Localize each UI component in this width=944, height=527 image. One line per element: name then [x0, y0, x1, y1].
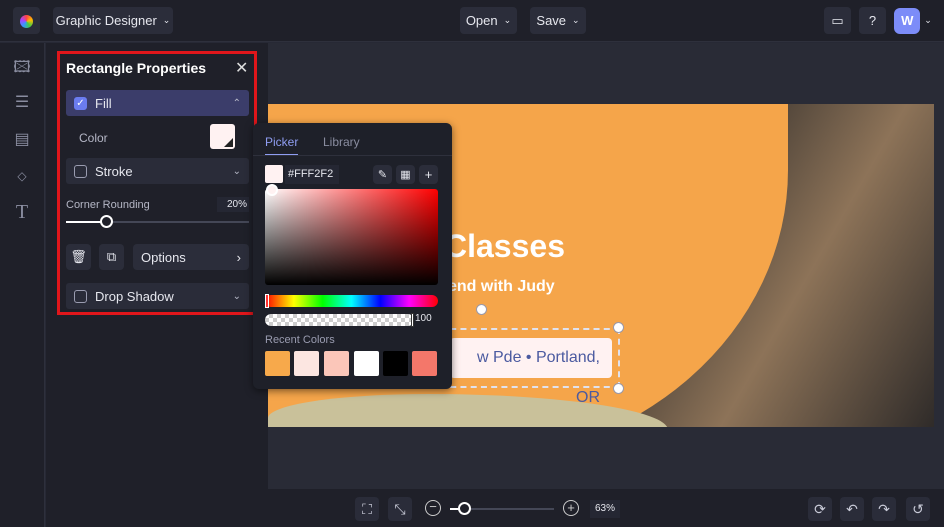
- resize-handle[interactable]: [613, 383, 624, 394]
- fit-canvas-button[interactable]: ⤡: [388, 497, 412, 521]
- close-icon[interactable]: ✕: [235, 58, 248, 78]
- text-icon[interactable]: T: [13, 202, 31, 222]
- plus-icon: +: [424, 167, 433, 182]
- current-color-preview: [265, 165, 283, 183]
- eyedropper-icon: ✎: [377, 169, 388, 181]
- recent-color-swatch[interactable]: [354, 351, 379, 376]
- save-button[interactable]: Save ⌄: [530, 7, 586, 34]
- chevron-right-icon: ›: [236, 249, 241, 265]
- duplicate-icon: ⧉: [106, 249, 117, 264]
- hue-slider[interactable]: [265, 294, 438, 308]
- chevron-down-icon: ⌄: [232, 290, 241, 302]
- saturation-handle[interactable]: [266, 184, 278, 196]
- color-label: Color: [79, 131, 108, 145]
- grid-icon: ▦: [400, 169, 411, 181]
- stroke-checkbox[interactable]: [74, 164, 87, 178]
- replace-button[interactable]: ⟳: [808, 497, 832, 521]
- eyedropper-button[interactable]: ✎: [373, 165, 392, 184]
- selection-box[interactable]: [440, 328, 620, 388]
- shapes-icon[interactable]: ◇: [13, 167, 31, 185]
- hex-input[interactable]: #FFF2F2: [285, 165, 339, 184]
- account-menu[interactable]: W ⌄: [892, 7, 934, 34]
- stroke-section-header[interactable]: Stroke ⌄: [66, 158, 249, 184]
- chevron-down-icon: ⌄: [924, 15, 932, 25]
- undo-icon: ↶: [846, 501, 858, 517]
- opacity-slider[interactable]: [265, 313, 414, 327]
- chevron-down-icon: ⌄: [162, 15, 171, 25]
- history-icon: ↺: [912, 501, 924, 517]
- subheading-text[interactable]: end with Judy: [448, 278, 555, 296]
- app-logo[interactable]: [13, 7, 40, 34]
- open-button[interactable]: Open ⌄: [460, 7, 517, 34]
- zoom-value[interactable]: 63%: [590, 500, 620, 518]
- adjustments-icon[interactable]: ☰: [13, 94, 31, 112]
- zoom-in-icon[interactable]: +: [563, 500, 579, 516]
- chevron-down-icon: ⌄: [232, 165, 241, 177]
- slider-handle[interactable]: [100, 215, 113, 228]
- comment-icon: ▭: [831, 12, 844, 28]
- chevron-down-icon: ⌄: [572, 15, 580, 25]
- palette-grid-button[interactable]: ▦: [396, 165, 415, 184]
- help-icon: ?: [868, 13, 877, 28]
- collapse-icon: ⤡: [394, 501, 406, 517]
- rotate-handle[interactable]: [476, 304, 487, 315]
- avatar: W: [894, 7, 921, 34]
- rectangle-properties-panel: Rectangle Properties ✕ ✓ Fill ⌃ Color St…: [57, 51, 257, 315]
- layout-icon[interactable]: ▤: [13, 131, 31, 149]
- corner-rounding-label: Corner Rounding: [66, 199, 150, 211]
- refresh-icon: ⟳: [814, 501, 826, 517]
- zoom-slider[interactable]: [450, 502, 554, 515]
- recent-colors-label: Recent Colors: [265, 334, 335, 346]
- fill-color-swatch[interactable]: [210, 124, 235, 149]
- recent-color-swatch[interactable]: [294, 351, 319, 376]
- panel-title: Rectangle Properties: [66, 60, 207, 76]
- slider-handle[interactable]: [458, 502, 471, 515]
- drop-shadow-section-header[interactable]: Drop Shadow ⌄: [66, 283, 249, 309]
- app-switcher-button[interactable]: Graphic Designer ⌄: [53, 7, 173, 34]
- fill-section-header[interactable]: ✓ Fill ⌃: [66, 90, 249, 116]
- help-button[interactable]: ?: [859, 7, 886, 34]
- zoom-out-icon[interactable]: −: [425, 500, 441, 516]
- add-color-button[interactable]: +: [419, 165, 438, 184]
- image-icon[interactable]: 🖾: [13, 59, 31, 77]
- redo-button[interactable]: ↷: [872, 497, 896, 521]
- undo-button[interactable]: ↶: [840, 497, 864, 521]
- comments-button[interactable]: ▭: [824, 7, 851, 34]
- options-button[interactable]: Options ›: [133, 244, 249, 270]
- heading-text[interactable]: Classes: [444, 228, 565, 265]
- opacity-value[interactable]: 100: [415, 313, 432, 324]
- redo-icon: ↷: [878, 501, 890, 517]
- color-picker-popover: Picker Library #FFF2F2 ✎ ▦ + 100 Recent …: [253, 123, 452, 389]
- expand-icon: ⛶: [362, 501, 372, 517]
- chevron-up-icon: ⌃: [232, 97, 241, 109]
- saturation-area[interactable]: [265, 189, 438, 285]
- recent-color-swatch[interactable]: [412, 351, 437, 376]
- fit-screen-button[interactable]: ⛶: [355, 497, 379, 521]
- corner-rounding-slider[interactable]: [66, 215, 249, 228]
- duplicate-button[interactable]: ⧉: [99, 244, 124, 270]
- tab-library[interactable]: Library: [323, 135, 360, 149]
- chevron-down-icon: ⌄: [503, 15, 512, 25]
- recent-color-swatch[interactable]: [383, 351, 408, 376]
- recent-color-swatch[interactable]: [324, 351, 349, 376]
- drop-shadow-checkbox[interactable]: [74, 289, 87, 303]
- trash-icon: 🗑: [70, 249, 87, 264]
- tab-picker[interactable]: Picker: [265, 135, 299, 156]
- top-bar: Graphic Designer ⌄ Open ⌄ Save ⌄ ▭ ? W ⌄: [0, 0, 944, 42]
- history-button[interactable]: ↺: [906, 497, 930, 521]
- delete-button[interactable]: 🗑: [66, 244, 91, 270]
- resize-handle[interactable]: [613, 322, 624, 333]
- tool-rail: 🖾 ☰ ▤ ◇ T: [0, 43, 45, 527]
- fill-checkbox[interactable]: ✓: [74, 96, 87, 110]
- corner-rounding-value[interactable]: 20%: [217, 197, 249, 212]
- recent-color-swatch[interactable]: [265, 351, 290, 376]
